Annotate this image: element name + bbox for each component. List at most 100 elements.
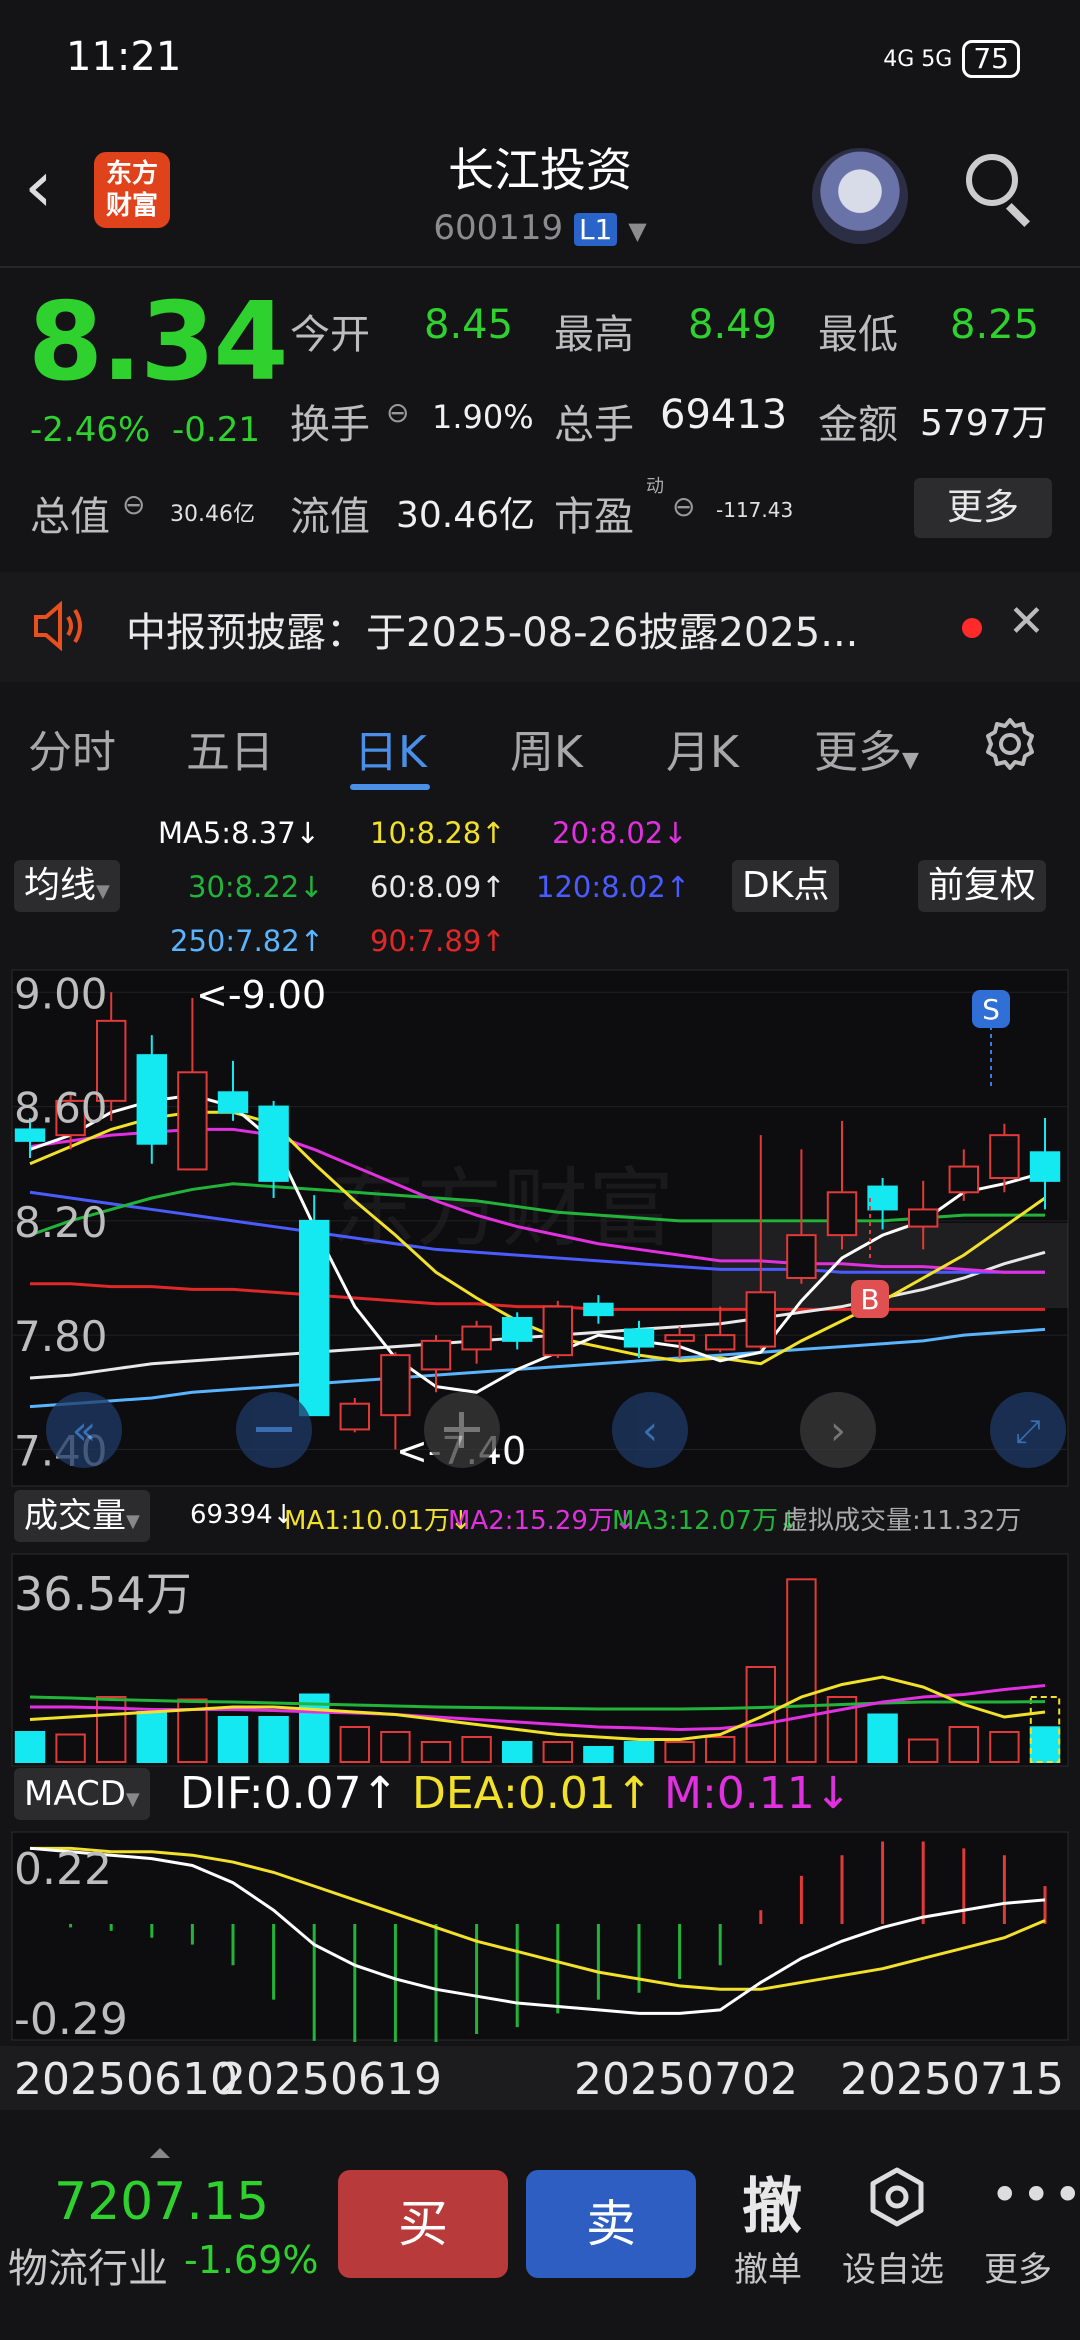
mktcap-label: 总值	[30, 494, 110, 540]
low-value: 8.25	[950, 302, 1040, 348]
volume-bar	[989, 1731, 1020, 1763]
candle-body	[501, 1317, 533, 1342]
active-tab-underline	[350, 784, 430, 790]
tab-more-label: 更多	[814, 727, 902, 778]
sector-name[interactable]: 物流行业	[8, 2236, 168, 2294]
volume-bar	[1029, 1726, 1061, 1764]
search-icon[interactable]	[966, 154, 1018, 206]
volume-bar	[501, 1741, 533, 1763]
macd-m: M:0.11↓	[664, 1768, 852, 1819]
date-label: 20250610	[14, 2054, 238, 2105]
add-watchlist-label[interactable]: 设自选	[842, 2242, 944, 2291]
ma20-value: 20:8.02↓	[552, 816, 688, 850]
tab-weekly-k[interactable]: 周K	[510, 716, 583, 780]
volume-ma2: MA2:15.29万↓	[448, 1506, 636, 1536]
sector-index-value[interactable]: 7207.15	[54, 2172, 269, 2232]
signal-indicators: 4G 5G 75	[883, 40, 1020, 78]
float-value: 30.46亿	[396, 495, 536, 536]
amount-value: 5797万	[920, 403, 1048, 444]
candle-body	[623, 1328, 655, 1348]
date-label: 20250702	[574, 2054, 798, 2105]
volume-bar	[583, 1746, 614, 1763]
dk-point-button[interactable]: DK点	[732, 860, 840, 912]
volume-bar	[420, 1741, 452, 1763]
ma-selector[interactable]: 均线▼	[14, 860, 120, 912]
macd-top-label: 0.22	[14, 1844, 112, 1895]
candle-body	[542, 1305, 574, 1357]
high-label: 最高	[554, 312, 634, 358]
volume-bar	[136, 1711, 168, 1763]
sell-button[interactable]: 卖	[526, 2170, 696, 2278]
tab-five-day[interactable]: 五日	[186, 716, 274, 780]
price-axis-label: 9.00	[14, 969, 108, 1018]
stock-code[interactable]: 600119 L1 ▼	[0, 208, 1080, 248]
turnover-label: 换手	[290, 402, 370, 448]
volume-bar	[14, 1731, 46, 1763]
candle-body	[948, 1165, 980, 1194]
candle-body	[339, 1402, 371, 1431]
tab-monthly-k[interactable]: 月K	[666, 716, 739, 780]
info-icon[interactable]: ⊖	[386, 396, 409, 429]
status-bar: 11:21 4G 5G 75	[0, 0, 1080, 120]
ma10-value: 10:8.28↑	[370, 816, 506, 850]
candle-body	[704, 1334, 736, 1351]
gear-icon[interactable]	[982, 716, 1038, 772]
caret-down-icon: ▼	[126, 1511, 140, 1532]
speaker-icon	[34, 600, 82, 652]
more-quote-button[interactable]: 更多	[914, 478, 1052, 538]
volume-bar	[55, 1733, 86, 1763]
date-label: 20250619	[218, 2054, 442, 2105]
volume-bar	[704, 1736, 736, 1763]
expand-icon: ⤢	[1015, 1412, 1041, 1450]
buy-button[interactable]: 买	[338, 2170, 508, 2278]
tab-intraday[interactable]: 分时	[28, 716, 116, 780]
low-label: 最低	[818, 312, 898, 358]
macd-selector[interactable]: MACD▼	[14, 1768, 150, 1820]
info-icon[interactable]: ⊖	[672, 490, 695, 523]
pe-value: -117.43	[716, 498, 794, 522]
adjust-button[interactable]: 前复权	[918, 860, 1047, 912]
pe-label: 市盈	[554, 494, 634, 540]
more-label[interactable]: 更多	[984, 2242, 1052, 2291]
tab-more[interactable]: 更多▼	[814, 716, 919, 780]
close-icon[interactable]: ✕	[1008, 596, 1045, 647]
notice-text[interactable]: 中报预披露：于2025-08-26披露2025...	[126, 600, 858, 658]
cancel-order-label[interactable]: 撤单	[734, 2242, 802, 2291]
more-dots-icon[interactable]: •••	[990, 2166, 1080, 2224]
price-axis-label: 7.80	[14, 1312, 108, 1361]
candle-body	[298, 1219, 330, 1417]
chevron-right-icon: ›	[830, 1408, 846, 1454]
volume-bar	[380, 1731, 411, 1763]
unread-dot	[962, 618, 982, 638]
change-percent: -2.46%	[30, 410, 151, 450]
open-label: 今开	[290, 312, 370, 358]
macd-dea: DEA:0.01↑	[412, 1768, 653, 1819]
volume-selector[interactable]: 成交量▼	[14, 1490, 150, 1542]
add-watchlist-icon[interactable]	[866, 2166, 928, 2228]
assistant-robot-icon[interactable]	[812, 148, 908, 244]
ma250-value: 250:7.82↑	[170, 924, 324, 958]
volume-bar	[542, 1741, 574, 1763]
kline-chart[interactable]: 东方财富 9.008.608.207.807.40 <-9.00 <-7.40 …	[0, 968, 1080, 1488]
cancel-order-icon[interactable]: 撤	[742, 2158, 802, 2245]
clock: 11:21	[66, 34, 182, 80]
candle-body	[907, 1208, 939, 1228]
candle-body	[461, 1325, 492, 1351]
caret-down-icon: ▼	[96, 881, 110, 902]
caret-up-icon[interactable]	[150, 2148, 170, 2158]
volume-label: 总手	[554, 402, 634, 448]
candle-body	[380, 1354, 411, 1417]
volume-bar	[623, 1741, 655, 1763]
macd-chart[interactable]: 0.22 -0.29	[0, 1830, 1080, 2042]
candle-body	[583, 1302, 614, 1317]
info-icon[interactable]: ⊖	[122, 488, 145, 521]
candle-body	[664, 1334, 695, 1342]
volume-chart[interactable]: 36.54万	[0, 1552, 1080, 1768]
level-badge: L1	[573, 213, 618, 246]
tab-daily-k[interactable]: 日K	[354, 716, 427, 780]
minus-icon	[256, 1427, 292, 1432]
signal-icon: 4G 5G	[883, 46, 953, 72]
buy-marker-label: B	[860, 1283, 879, 1316]
macd-bottom-label: -0.29	[14, 1994, 128, 2042]
mktcap-value: 30.46亿	[170, 502, 255, 527]
